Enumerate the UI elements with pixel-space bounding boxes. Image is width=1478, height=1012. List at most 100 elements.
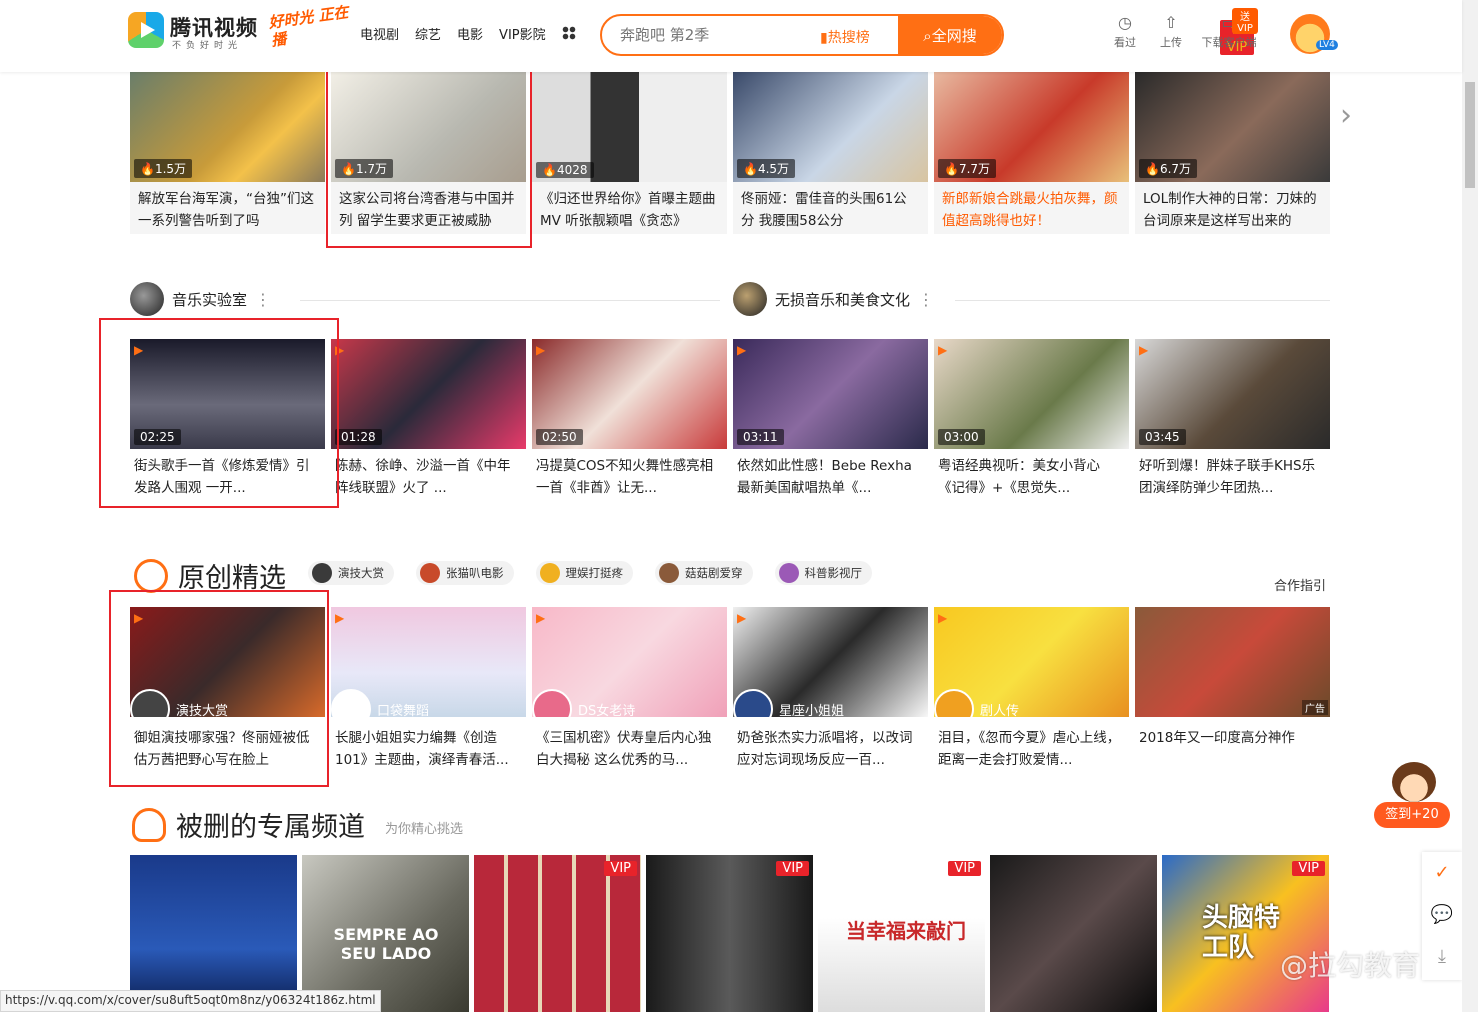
video-title[interactable]: 《三国机密》伏寿皇后内心独白大揭秘 这么优秀的马...	[532, 721, 727, 773]
chip[interactable]: 科普影视厅	[774, 561, 872, 585]
video-title[interactable]: 陈赫、徐峥、沙溢一首《中年阵线联盟》火了 ...	[331, 449, 526, 501]
chip[interactable]: 张猫叭电影	[416, 561, 514, 585]
vertical-scrollbar[interactable]	[1462, 0, 1478, 1012]
video-title[interactable]: 长腿小姐姐实力编舞《创造101》主题曲，演绎青春活...	[331, 721, 526, 773]
video-title[interactable]: 《归还世界给你》首曝主题曲MV 听张靓颖唱《贪恋》	[532, 182, 727, 234]
author: 星座小姐姐	[733, 689, 844, 717]
search-input[interactable]	[620, 24, 810, 46]
video-card[interactable]: ▶ 剧人传 泪目，《忽而今夏》虐心上线，距离一走会打败爱情...	[934, 607, 1129, 773]
poster-text: 头脑特工队	[1202, 903, 1281, 963]
video-card[interactable]: ▶ 02:50 冯提莫COS不知火舞性感亮相 一首《非酋》让无...	[532, 339, 727, 501]
poster[interactable]: VIP	[646, 855, 813, 1012]
video-thumbnail[interactable]: 🔥6.7万	[1135, 72, 1330, 182]
video-card[interactable]: ▶ 03:45 好听到爆！胖妹子联手KHS乐团演绎防弹少年团热...	[1135, 339, 1330, 501]
checkmark-icon[interactable]: ✓	[1422, 852, 1462, 894]
video-title[interactable]: 解放军台海军演，“台独”们这一系列警告听到了吗	[130, 182, 325, 234]
channel-header-right[interactable]: 无损音乐和美食文化 ⋮	[733, 282, 934, 316]
video-title[interactable]: 依然如此性感！Bebe Rexha最新美国献唱热单《...	[733, 449, 928, 501]
next-arrow-icon[interactable]: ›	[1340, 98, 1352, 133]
poster[interactable]	[130, 855, 297, 1012]
video-thumbnail[interactable]: ▶ 01:28	[331, 339, 526, 449]
hot-search-link[interactable]: ▮热搜榜	[820, 27, 870, 47]
video-card[interactable]: ▶ DS女老诗 《三国机密》伏寿皇后内心独白大揭秘 这么优秀的马...	[532, 607, 727, 773]
video-card[interactable]: ▶ 口袋舞蹈 长腿小姐姐实力编舞《创造101》主题曲，演绎青春活...	[331, 607, 526, 773]
video-thumbnail[interactable]: 🔥4028	[532, 72, 727, 182]
video-card[interactable]: 🔥4.5万 佟丽娅：雷佳音的头围61公分 我腰围58公分	[733, 72, 928, 234]
play-icon: ▶	[335, 611, 345, 625]
duration: 02:50	[536, 429, 583, 445]
video-card[interactable]: 🔥4028 《归还世界给你》首曝主题曲MV 听张靓颖唱《贪恋》	[532, 72, 727, 234]
nav-tv[interactable]: 电视剧	[360, 24, 399, 43]
chip[interactable]: 演技大赏	[308, 561, 394, 585]
video-thumbnail[interactable]: 🔥7.7万	[934, 72, 1129, 182]
video-title[interactable]: 佟丽娅：雷佳音的头围61公分 我腰围58公分	[733, 182, 928, 234]
video-thumbnail[interactable]: 🔥4.5万	[733, 72, 928, 182]
video-thumbnail[interactable]: ▶ 剧人传	[934, 607, 1129, 717]
cooperate-link[interactable]: 合作指引	[1274, 575, 1326, 594]
author-avatar	[331, 689, 371, 717]
poster[interactable]: VIP	[474, 855, 641, 1012]
download-client-tool[interactable]: 送VIP ▭ 下载客户端	[1200, 8, 1258, 50]
video-card[interactable]: 🔥7.7万 新郎新娘合跳最火拍灰舞，颜值超高跳得也好！	[934, 72, 1129, 234]
channel-tagline: 为你精心挑选	[385, 822, 464, 837]
video-thumbnail[interactable]: ▶ 口袋舞蹈	[331, 607, 526, 717]
poster[interactable]: VIP 当幸福来敲门	[818, 855, 985, 1012]
nav-variety[interactable]: 综艺	[415, 24, 441, 43]
video-title[interactable]: 奶爸张杰实力派唱将，以改词应对忘词现场反应一百...	[733, 721, 928, 773]
channel-header-left[interactable]: 音乐实验室 ⋮	[130, 282, 271, 316]
video-card[interactable]: ▶ 03:11 依然如此性感！Bebe Rexha最新美国献唱热单《...	[733, 339, 928, 501]
download-arrow-icon[interactable]: ⤓	[1422, 936, 1462, 978]
video-title[interactable]: 泪目，《忽而今夏》虐心上线，距离一走会打败爱情...	[934, 721, 1129, 773]
poster[interactable]: SEMPRE AO SEU LADO	[302, 855, 469, 1012]
video-card[interactable]: ▶ 03:00 粤语经典视听：美女小背心《记得》+《思觉失...	[934, 339, 1129, 501]
video-thumbnail[interactable]: 广告	[1135, 607, 1330, 717]
video-thumbnail[interactable]: ▶ 星座小姐姐	[733, 607, 928, 717]
download-label: 下载客户端	[1201, 36, 1257, 49]
duration: 03:11	[737, 429, 784, 445]
poster[interactable]: VIP 头脑特工队	[1162, 855, 1329, 1012]
upload-tool[interactable]: ⇧ 上传	[1154, 14, 1188, 50]
video-title[interactable]: 粤语经典视听：美女小背心《记得》+《思觉失...	[934, 449, 1129, 501]
video-thumbnail[interactable]: ▶ 03:00	[934, 339, 1129, 449]
promo-badge[interactable]: 好时光 正在播	[267, 2, 356, 55]
video-card[interactable]: ▶ 星座小姐姐 奶爸张杰实力派唱将，以改词应对忘词现场反应一百...	[733, 607, 928, 773]
channel-section-header: 被删的专属频道	[132, 805, 365, 844]
history-tool[interactable]: ◷ 看过	[1108, 14, 1142, 50]
chip[interactable]: 菇菇剧爱穿	[655, 561, 753, 585]
checkin-button[interactable]: 签到+20	[1374, 802, 1450, 828]
chip-icon	[778, 563, 799, 583]
video-title[interactable]: 2018年又一印度高分神作	[1135, 721, 1330, 773]
lightbulb-icon	[134, 558, 168, 593]
scrollbar-thumb[interactable]	[1465, 82, 1475, 188]
poster[interactable]	[990, 855, 1157, 1012]
search-button[interactable]: ⌕全网搜	[898, 16, 1002, 54]
video-title[interactable]: 好听到爆！胖妹子联手KHS乐团演绎防弹少年团热...	[1135, 449, 1330, 501]
vip-badge: VIP	[1292, 861, 1325, 876]
play-icon: ▶	[737, 611, 747, 625]
video-thumbnail[interactable]: ▶ 03:11	[733, 339, 928, 449]
hot-search-label: 热搜榜	[827, 30, 870, 46]
nav-vip[interactable]: VIP影院	[499, 24, 546, 43]
more-dots-icon[interactable]: ⋮	[255, 290, 271, 309]
top-header: 腾讯视频 不负好时光 好时光 正在播 电视剧 综艺 电影 VIP影院 ▮热搜榜 …	[0, 0, 1462, 72]
video-card[interactable]: ▶ 01:28 陈赫、徐峥、沙溢一首《中年阵线联盟》火了 ...	[331, 339, 526, 501]
video-thumbnail[interactable]: ▶ DS女老诗	[532, 607, 727, 717]
checkin-widget[interactable]: 签到+20	[1372, 762, 1450, 832]
video-title[interactable]: LOL制作大神的日常：刀妹的台词原来是这样写出来的	[1135, 182, 1330, 234]
tencent-video-logo[interactable]: 腾讯视频 不负好时光	[128, 8, 268, 52]
feedback-icon[interactable]: 💬	[1422, 894, 1462, 936]
more-dots-icon[interactable]: ⋮	[918, 290, 934, 309]
video-card[interactable]: 广告 2018年又一印度高分神作	[1135, 607, 1330, 773]
video-card[interactable]: 🔥6.7万 LOL制作大神的日常：刀妹的台词原来是这样写出来的	[1135, 72, 1330, 234]
more-grid-icon[interactable]	[561, 26, 576, 40]
video-thumbnail[interactable]: 🔥1.5万	[130, 72, 325, 182]
video-card[interactable]: 🔥1.5万 解放军台海军演，“台独”们这一系列警告听到了吗	[130, 72, 325, 234]
video-title[interactable]: 冯提莫COS不知火舞性感亮相 一首《非酋》让无...	[532, 449, 727, 501]
video-thumbnail[interactable]: ▶ 02:50	[532, 339, 727, 449]
highlight-box	[326, 54, 532, 248]
nav-movie[interactable]: 电影	[457, 24, 483, 43]
video-thumbnail[interactable]: ▶ 03:45	[1135, 339, 1330, 449]
video-title[interactable]: 新郎新娘合跳最火拍灰舞，颜值超高跳得也好！	[934, 182, 1129, 234]
search-box: ▮热搜榜 ⌕全网搜	[600, 14, 1004, 56]
chip[interactable]: 理娱打挺疼	[535, 561, 633, 585]
